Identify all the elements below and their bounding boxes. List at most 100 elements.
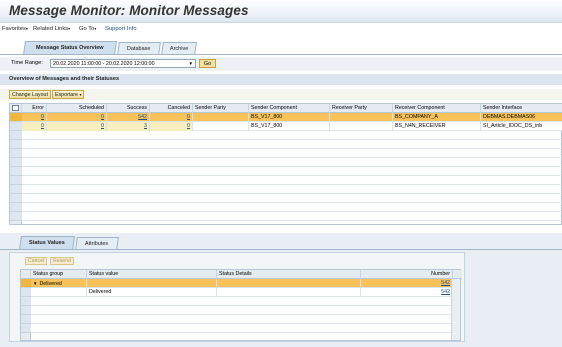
menu-support-info[interactable]: Support Info xyxy=(105,26,137,32)
change-layout-button[interactable]: Change Layout xyxy=(9,90,51,99)
export-button-label: Esportare xyxy=(55,92,78,98)
resend-button[interactable]: Resend xyxy=(50,257,74,265)
table-row-empty xyxy=(22,176,562,185)
vertical-scrollbar[interactable] xyxy=(451,279,460,340)
row-selector[interactable] xyxy=(21,297,31,306)
sender-interface-cell: SI_Article_IDOC_DS_inb xyxy=(483,123,543,129)
export-button[interactable]: Esportare ▾ xyxy=(52,90,85,99)
scheduled-count-link[interactable]: 0 xyxy=(47,113,107,122)
row-selector[interactable] xyxy=(10,167,22,176)
collapse-triangle-icon[interactable]: ▼ xyxy=(33,281,37,286)
row-selector[interactable] xyxy=(10,158,22,167)
tabstrip-divider xyxy=(0,54,562,55)
page-title: Message Monitor: Monitor Messages xyxy=(9,3,249,18)
table-row-empty xyxy=(31,297,453,306)
table-row-empty xyxy=(22,185,562,194)
col-error[interactable]: Error xyxy=(22,104,47,113)
table-settings-cell[interactable] xyxy=(10,104,22,113)
status-values-table: Status group Status value Status Details… xyxy=(20,269,462,341)
col-receiver-component[interactable]: Receiver Component xyxy=(393,104,481,113)
menu-related-links[interactable]: Related Links▾ xyxy=(33,26,70,32)
table-row-empty xyxy=(22,203,562,212)
time-range-value: 20.02.2020 11:00:00 - 20.02.2020 12:00:0… xyxy=(53,61,155,67)
table-row-empty xyxy=(22,149,562,158)
receiver-party-cell xyxy=(330,122,393,131)
menu-bar: Favorites▾ Related Links▾ Go To▾ Support… xyxy=(0,25,562,36)
menu-favorites[interactable]: Favorites▾ xyxy=(2,26,28,32)
row-selector[interactable] xyxy=(10,176,22,185)
table-row[interactable]: 0 0 3 0 BS_V17_800 BS_N4N_RECEIVER SI_Ar… xyxy=(22,122,562,131)
time-range-select[interactable]: 20.02.2020 11:00:00 - 20.02.2020 12:00:0… xyxy=(50,59,196,68)
table-row-empty xyxy=(22,212,562,221)
row-selector[interactable] xyxy=(10,149,22,158)
status-value-cell: Delivered xyxy=(87,288,217,297)
table-header: Error Scheduled Success Canceled Sender … xyxy=(10,104,562,113)
success-count-link[interactable]: 3 xyxy=(107,122,150,131)
col-scheduled[interactable]: Scheduled xyxy=(47,104,107,113)
col-status-group[interactable]: Status group xyxy=(31,270,87,279)
table-row[interactable]: 0 0 542 0 BS_V17_800 BS_COMPANY_A DEBMAS… xyxy=(22,113,562,122)
overview-header: Overview of Messages and their Statuses xyxy=(0,74,562,85)
col-success[interactable]: Success xyxy=(107,104,150,113)
canceled-count-link[interactable]: 0 xyxy=(150,113,193,122)
row-selector[interactable] xyxy=(21,288,31,297)
top-tabstrip: Message Status Overview Database Archive xyxy=(0,41,562,55)
sender-interface-cell: DEBMAS.DEBMAS06 xyxy=(483,114,536,120)
error-count-link[interactable]: 0 xyxy=(22,122,47,131)
col-receiver-party[interactable]: Receiver Party xyxy=(330,104,393,113)
row-selector[interactable] xyxy=(10,194,22,203)
tab-label: Message Status Overview xyxy=(36,45,104,51)
menu-favorites-label: Favorites xyxy=(2,26,26,32)
table-row-empty xyxy=(22,167,562,176)
table-settings-icon xyxy=(12,105,19,111)
error-count-link[interactable]: 0 xyxy=(22,113,47,122)
row-selector[interactable] xyxy=(10,113,22,122)
table-row[interactable]: Delivered 542 xyxy=(31,288,453,297)
col-canceled[interactable]: Canceled xyxy=(150,104,193,113)
scheduled-count-link[interactable]: 0 xyxy=(47,122,107,131)
status-group-cell[interactable]: ▼ Delivered xyxy=(31,279,87,288)
table-row-empty xyxy=(31,315,453,324)
row-selector-column xyxy=(21,279,31,340)
table-row-empty xyxy=(31,306,453,315)
receiver-component-cell: BS_COMPANY_A xyxy=(393,113,481,122)
menu-related-links-label: Related Links xyxy=(33,26,69,32)
status-details-cell xyxy=(217,279,361,288)
canceled-count-link[interactable]: 0 xyxy=(150,122,193,131)
row-selector[interactable] xyxy=(21,279,31,288)
table-row-empty xyxy=(31,324,453,333)
row-selector-column xyxy=(10,113,22,224)
bottom-tabstrip: Status Values Attributes xyxy=(0,236,562,250)
col-sender-party[interactable]: Sender Party xyxy=(193,104,249,113)
tab-message-status-overview[interactable]: Message Status Overview xyxy=(23,41,117,55)
row-selector[interactable] xyxy=(10,185,22,194)
row-selector[interactable] xyxy=(21,315,31,324)
row-selector[interactable] xyxy=(10,203,22,212)
col-number[interactable]: Number xyxy=(361,270,453,279)
status-details-cell xyxy=(217,288,361,297)
success-count-link[interactable]: 542 xyxy=(107,113,150,122)
row-selector[interactable] xyxy=(10,212,22,221)
col-sender-interface[interactable]: Sender Interface xyxy=(481,104,562,113)
sender-party-cell xyxy=(193,113,249,122)
go-button[interactable]: Go xyxy=(199,59,216,68)
tab-status-values[interactable]: Status Values xyxy=(19,236,75,250)
status-group-label: Delivered xyxy=(39,281,62,287)
col-status-value[interactable]: Status value xyxy=(87,270,217,279)
number-link[interactable]: 542 xyxy=(361,288,453,297)
table-row-empty xyxy=(22,158,562,167)
row-selector[interactable] xyxy=(10,131,22,140)
time-range-label: Time Range: xyxy=(11,60,43,66)
cancel-button[interactable]: Cancel xyxy=(25,257,48,265)
row-selector[interactable] xyxy=(10,122,22,131)
table-header: Status group Status value Status Details… xyxy=(21,270,462,279)
row-selector[interactable] xyxy=(21,306,31,315)
col-status-details[interactable]: Status Details xyxy=(217,270,361,279)
table-row[interactable]: ▼ Delivered 542 xyxy=(31,279,453,288)
number-link[interactable]: 542 xyxy=(361,279,453,288)
table-row-empty xyxy=(22,140,562,149)
col-sender-component[interactable]: Sender Component xyxy=(249,104,330,113)
row-selector[interactable] xyxy=(21,324,31,333)
menu-go-to[interactable]: Go To▾ xyxy=(79,26,96,32)
row-selector[interactable] xyxy=(10,140,22,149)
